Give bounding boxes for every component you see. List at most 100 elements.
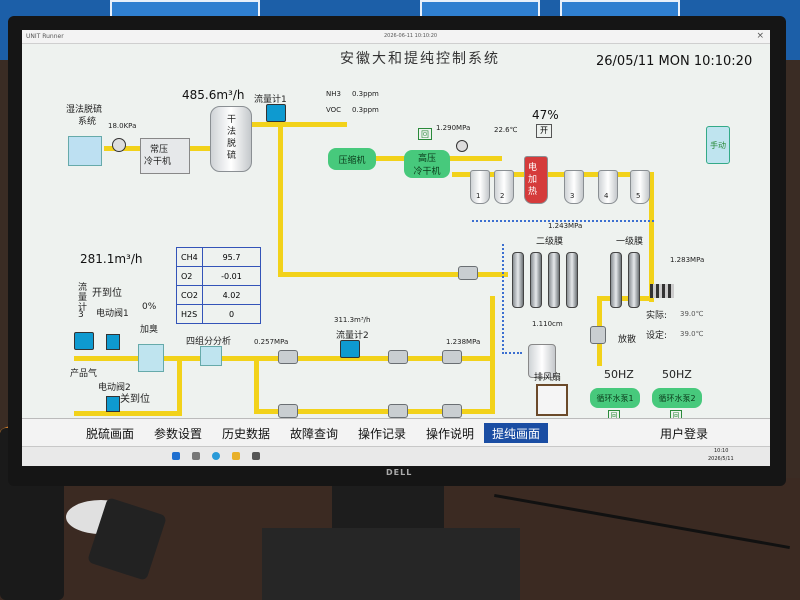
- table-row: H2S 0: [176, 304, 261, 324]
- gas-composition-table: CH4 95.7 O2 -0.01 CO2 4.02 H2S 0: [176, 247, 261, 324]
- monitor-stand-base: [262, 528, 520, 600]
- temp-value: 22.6℃: [494, 126, 518, 134]
- high-pressure-dryer[interactable]: 高压 冷干机: [404, 150, 450, 178]
- dry-desulf-label: 硫: [227, 151, 237, 161]
- vessel-number: 2: [500, 192, 505, 200]
- deodorizer[interactable]: [138, 344, 164, 372]
- setpoint-label: 设定:: [646, 331, 668, 341]
- pipe: [254, 356, 259, 414]
- manual-mode-button[interactable]: 手动: [706, 126, 730, 164]
- pressure-gauge-icon: [456, 140, 468, 152]
- table-row: CO2 4.02: [176, 285, 261, 305]
- circulation-pump-2[interactable]: 循环水泵2: [652, 388, 702, 408]
- window-titlebar: UNIT Runner 2026-06-11 10:10:20 ×: [22, 30, 770, 44]
- taskbar-time: 10:10: [714, 448, 729, 454]
- window-title: UNIT Runner: [26, 33, 64, 40]
- nav-history-data[interactable]: 历史数据: [214, 423, 278, 443]
- valve-icon[interactable]: [388, 404, 408, 418]
- nh3-label: NH3: [326, 90, 341, 98]
- pipe: [490, 296, 495, 414]
- valve-icon[interactable]: [458, 266, 478, 280]
- dryer-label: 冷干机: [144, 157, 172, 167]
- valve1-percent: 0%: [142, 302, 157, 312]
- valve-icon[interactable]: [278, 404, 298, 418]
- valve1-status: 开到位: [92, 288, 122, 299]
- level-value: 1.110cm: [532, 320, 563, 328]
- gas-value: 95.7: [202, 247, 261, 267]
- signal-line: [502, 244, 504, 354]
- taskbar: 10:10 2026/5/11: [22, 446, 770, 466]
- analyzer-icon[interactable]: [200, 346, 222, 366]
- pipe: [74, 411, 179, 416]
- pressure-value: 1.290MPa: [436, 124, 471, 132]
- flow-total: 485.6m³/h: [182, 88, 245, 102]
- hp-dryer-label: 冷干机: [413, 167, 441, 177]
- valve1-icon[interactable]: [106, 334, 120, 350]
- vessel-number: 5: [636, 192, 641, 200]
- signal-line: [502, 352, 522, 354]
- membrane-stage1[interactable]: [606, 248, 650, 310]
- pump1-frequency: 50HZ: [604, 368, 634, 381]
- product-gas-label: 产品气: [70, 369, 98, 379]
- pipe: [278, 122, 283, 277]
- actual-temp-value: 39.0℃: [680, 310, 704, 318]
- flowmeter3-label: 3: [78, 310, 84, 320]
- nav-desulf-screen[interactable]: 脱硫画面: [78, 423, 142, 443]
- hp-dryer-tag: 回: [418, 128, 432, 140]
- search-icon[interactable]: [192, 452, 200, 460]
- nav-operation-guide[interactable]: 操作说明: [418, 423, 482, 443]
- taskbar-date: 2026/5/11: [708, 456, 734, 462]
- gas-name: H2S: [176, 304, 203, 324]
- screen: UNIT Runner 2026-06-11 10:10:20 × 安徽大和提纯…: [22, 30, 770, 466]
- valve-icon[interactable]: [388, 350, 408, 364]
- gas-value: 4.02: [202, 285, 261, 305]
- fan-label: 排风扇: [534, 373, 562, 383]
- app-icon[interactable]: [252, 452, 260, 460]
- close-icon[interactable]: ×: [756, 31, 764, 41]
- flow-reading: 281.1m³/h: [80, 252, 143, 266]
- circulation-pump-1[interactable]: 循环水泵1: [590, 388, 640, 408]
- heat-exchanger[interactable]: [650, 284, 674, 298]
- voc-label: VOC: [326, 106, 342, 114]
- pressure-value: 18.0KPa: [108, 122, 137, 130]
- gas-name: O2: [176, 266, 203, 286]
- monitor-logo: DELL: [386, 468, 413, 477]
- membrane-stage2[interactable]: [508, 248, 592, 310]
- bottom-navigation: 脱硫画面 参数设置 历史数据 故障查询 操作记录 操作说明 提纯画面 用户登录: [22, 418, 770, 446]
- start-icon[interactable]: [172, 452, 180, 460]
- desulf-tower[interactable]: [68, 136, 102, 166]
- vent-valve-icon[interactable]: [590, 326, 606, 344]
- browser-icon[interactable]: [212, 452, 220, 460]
- gas-name: CO2: [176, 285, 203, 305]
- vessel-number: 4: [604, 192, 609, 200]
- membrane1-label: 一级膜: [616, 237, 644, 247]
- valve-icon[interactable]: [278, 350, 298, 364]
- flowmeter3-icon[interactable]: [74, 332, 94, 350]
- user-login-button[interactable]: 用户登录: [652, 423, 716, 443]
- pressure-value: 1.283MPa: [670, 256, 705, 264]
- pressure-value: 0.257MPa: [254, 338, 289, 346]
- gas-value: -0.01: [202, 266, 261, 286]
- membrane2-label: 二级膜: [536, 237, 564, 247]
- flowmeter1-icon[interactable]: [266, 104, 286, 122]
- nav-operation-log[interactable]: 操作记录: [350, 423, 414, 443]
- valve2-icon[interactable]: [106, 396, 120, 412]
- flowmeter2-icon[interactable]: [340, 340, 360, 358]
- folder-icon[interactable]: [232, 452, 240, 460]
- valve-icon[interactable]: [442, 350, 462, 364]
- pressure-value: 1.238MPa: [446, 338, 481, 346]
- nav-parameter-settings[interactable]: 参数设置: [146, 423, 210, 443]
- compressor[interactable]: 压缩机: [328, 148, 376, 170]
- pipe: [252, 122, 347, 127]
- nav-purification-screen[interactable]: 提纯画面: [484, 423, 548, 443]
- window-clock: 2026-06-11 10:10:20: [384, 33, 438, 39]
- valve-icon[interactable]: [442, 404, 462, 418]
- heater-percent: 47%: [532, 108, 559, 122]
- fan-icon[interactable]: [536, 384, 568, 416]
- desulf-label: 系统: [78, 117, 97, 127]
- gas-name: CH4: [176, 247, 203, 267]
- heater-tag: 开: [536, 124, 552, 138]
- voc-value: 0.3ppm: [352, 106, 379, 114]
- nav-fault-query[interactable]: 故障查询: [282, 423, 346, 443]
- actual-temp-label: 实际:: [646, 311, 668, 321]
